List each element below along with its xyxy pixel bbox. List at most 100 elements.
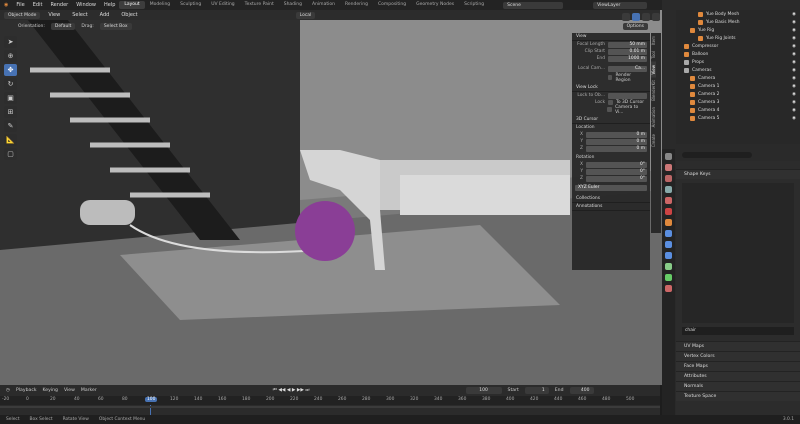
workspace-tab-texture-paint[interactable]: Texture Paint bbox=[240, 1, 279, 9]
data-properties-icon[interactable] bbox=[665, 274, 672, 281]
constraints-properties-icon[interactable] bbox=[665, 263, 672, 270]
timeline-menu-keying[interactable]: Keying bbox=[43, 388, 58, 393]
view-layer-icon[interactable] bbox=[665, 186, 672, 193]
outliner-row[interactable]: Yue Basis Mesh ◉ bbox=[676, 18, 800, 26]
clip-start-field[interactable]: 0.01 m bbox=[608, 48, 647, 55]
properties-search-input[interactable] bbox=[682, 152, 752, 158]
cursor-rot-z-field[interactable]: 0° bbox=[586, 175, 647, 182]
material-shading-button[interactable] bbox=[642, 13, 650, 21]
annotations-section-header[interactable]: Annotations bbox=[572, 203, 650, 211]
attributes-section[interactable]: Attributes bbox=[676, 371, 800, 381]
clock-icon[interactable]: ◷ bbox=[6, 388, 10, 393]
viewport-menu-add[interactable]: Add bbox=[96, 12, 114, 18]
shape-key-filter-input[interactable]: chair bbox=[682, 327, 794, 335]
particles-properties-icon[interactable] bbox=[665, 241, 672, 248]
eye-icon[interactable]: ◉ bbox=[792, 20, 800, 25]
menu-render[interactable]: Render bbox=[46, 2, 72, 8]
eye-icon[interactable]: ◉ bbox=[792, 68, 800, 73]
lock-to-object-field[interactable] bbox=[608, 92, 647, 99]
move-tool-icon[interactable]: ✥ bbox=[4, 64, 17, 76]
menu-edit[interactable]: Edit bbox=[29, 2, 47, 8]
outliner-row[interactable]: Balloon ◉ bbox=[676, 50, 800, 58]
mode-selector[interactable]: Object Mode bbox=[4, 11, 41, 19]
3d-viewport[interactable] bbox=[0, 10, 662, 385]
workspace-tab-modeling[interactable]: Modeling bbox=[145, 1, 175, 9]
modifier-properties-icon[interactable] bbox=[665, 230, 672, 237]
sidebar-tab-blenderkit[interactable]: BlenderKit bbox=[651, 77, 656, 104]
outliner-row[interactable]: Yue Rig Joints ◉ bbox=[676, 34, 800, 42]
workspace-tab-sculpting[interactable]: Sculpting bbox=[175, 1, 206, 9]
cursor-loc-x-field[interactable]: 0 m bbox=[586, 131, 647, 138]
eye-icon[interactable]: ◉ bbox=[792, 28, 800, 33]
current-frame-field[interactable]: 100 bbox=[465, 386, 502, 394]
drag-dropdown[interactable]: Select Box bbox=[99, 22, 132, 30]
normals-section[interactable]: Normals bbox=[676, 381, 800, 391]
to-3d-cursor-checkbox[interactable] bbox=[608, 100, 613, 105]
workspace-tab-compositing[interactable]: Compositing bbox=[373, 1, 411, 9]
timeline-menu-marker[interactable]: Marker bbox=[81, 388, 97, 393]
outliner-row[interactable]: Camera 3 ◉ bbox=[676, 98, 800, 106]
outliner-row[interactable]: Props ◉ bbox=[676, 58, 800, 66]
uv-maps-section[interactable]: UV Maps bbox=[676, 341, 800, 351]
menu-file[interactable]: File bbox=[12, 2, 28, 8]
eye-icon[interactable]: ◉ bbox=[792, 44, 800, 49]
transform-tool-icon[interactable]: ⊞ bbox=[4, 106, 17, 118]
face-maps-section[interactable]: Face Maps bbox=[676, 361, 800, 371]
sidebar-tab-animation[interactable]: Animation bbox=[651, 104, 656, 130]
sidebar-tab-create[interactable]: Create bbox=[651, 131, 656, 150]
current-frame-indicator[interactable]: 100 bbox=[145, 397, 158, 402]
cursor-loc-z-field[interactable]: 0 m bbox=[586, 145, 647, 152]
camera-to-view-checkbox[interactable] bbox=[607, 107, 613, 112]
tool-properties-icon[interactable] bbox=[665, 153, 672, 160]
eye-icon[interactable]: ◉ bbox=[792, 108, 800, 113]
focal-length-field[interactable]: 50 mm bbox=[608, 41, 647, 48]
eye-icon[interactable]: ◉ bbox=[792, 60, 800, 65]
sidebar-tab-item[interactable]: Item bbox=[651, 33, 656, 48]
rendered-shading-button[interactable] bbox=[652, 13, 660, 21]
scene-selector[interactable]: Scene bbox=[503, 1, 564, 9]
outliner-row[interactable]: Yue Body Mesh ◉ bbox=[676, 10, 800, 18]
eye-icon[interactable]: ◉ bbox=[792, 84, 800, 89]
viewport-menu-select[interactable]: Select bbox=[68, 12, 91, 18]
eye-icon[interactable]: ◉ bbox=[792, 76, 800, 81]
render-region-checkbox[interactable] bbox=[607, 75, 613, 80]
collections-section-header[interactable]: Collections bbox=[572, 195, 650, 203]
eye-icon[interactable]: ◉ bbox=[792, 52, 800, 57]
measure-tool-icon[interactable]: 📐 bbox=[4, 134, 17, 146]
workspace-tab-layout[interactable]: Layout bbox=[119, 1, 145, 9]
start-frame-field[interactable]: 1 bbox=[524, 386, 549, 394]
3d-cursor-tool-icon[interactable]: ⊕ bbox=[4, 50, 17, 62]
add-cube-tool-icon[interactable]: ▢ bbox=[4, 148, 17, 160]
eye-icon[interactable]: ◉ bbox=[792, 116, 800, 121]
render-properties-icon[interactable] bbox=[665, 164, 672, 171]
outliner-row[interactable]: Camera 2 ◉ bbox=[676, 90, 800, 98]
scale-tool-icon[interactable]: ▣ bbox=[4, 92, 17, 104]
viewport-menu-object[interactable]: Object bbox=[117, 12, 141, 18]
physics-properties-icon[interactable] bbox=[665, 252, 672, 259]
rotate-tool-icon[interactable]: ↻ bbox=[4, 78, 17, 90]
orientation-dropdown[interactable]: Default bbox=[50, 22, 76, 30]
cursor-rot-x-field[interactable]: 0° bbox=[586, 161, 647, 168]
output-properties-icon[interactable] bbox=[665, 175, 672, 182]
object-properties-icon[interactable] bbox=[665, 219, 672, 226]
transform-orientation-selector[interactable]: Local bbox=[295, 11, 316, 19]
workspace-tab-uv-editing[interactable]: UV Editing bbox=[206, 1, 239, 9]
local-camera-field[interactable]: Ca... bbox=[608, 65, 647, 72]
clip-end-field[interactable]: 1000 m bbox=[608, 55, 647, 62]
eye-icon[interactable]: ◉ bbox=[792, 36, 800, 41]
end-frame-field[interactable]: 400 bbox=[569, 386, 594, 394]
annotate-tool-icon[interactable]: ✎ bbox=[4, 120, 17, 132]
3d-cursor-section-header[interactable]: 3D Cursor bbox=[572, 116, 650, 124]
playback-controls[interactable]: ⏮ ◀◀ ◀ ▶ ▶▶ ⏭ bbox=[273, 387, 310, 393]
menu-window[interactable]: Window bbox=[72, 2, 100, 8]
view-section-header[interactable]: View bbox=[572, 33, 650, 41]
solid-shading-button[interactable] bbox=[632, 13, 640, 21]
workspace-tab-animation[interactable]: Animation bbox=[307, 1, 340, 9]
texture-space-section[interactable]: Texture Space bbox=[676, 391, 800, 401]
workspace-tab-rendering[interactable]: Rendering bbox=[340, 1, 373, 9]
outliner-row[interactable]: Camera 5 ◉ bbox=[676, 114, 800, 122]
rotation-mode-dropdown[interactable]: XYZ Euler bbox=[575, 184, 647, 191]
world-properties-icon[interactable] bbox=[665, 208, 672, 215]
sidebar-tab-tool[interactable]: Tool bbox=[651, 48, 656, 62]
material-properties-icon[interactable] bbox=[665, 285, 672, 292]
